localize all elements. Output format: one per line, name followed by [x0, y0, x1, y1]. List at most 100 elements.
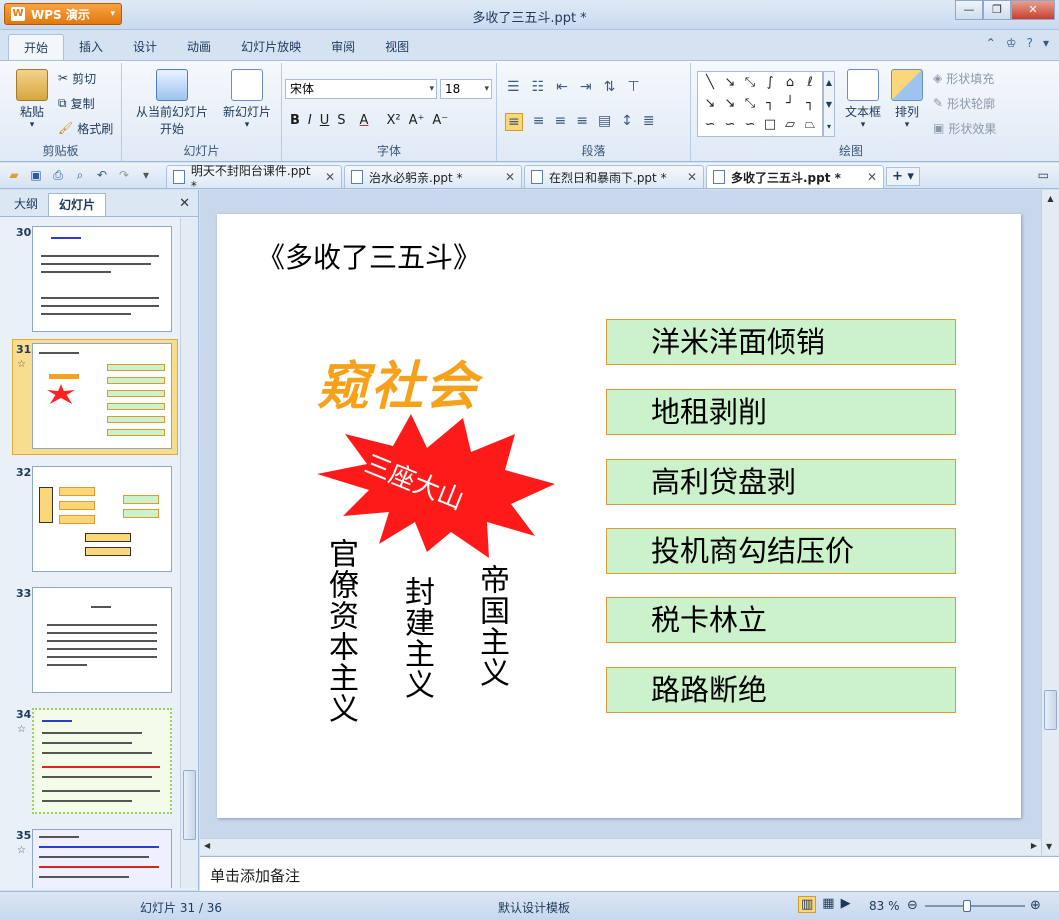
distribute-icon[interactable]: ▤: [598, 113, 611, 131]
tab-design[interactable]: 设计: [118, 34, 172, 60]
rectangle-shape-icon[interactable]: □: [760, 114, 780, 135]
help-icon[interactable]: ?: [1027, 36, 1033, 50]
vertical-text-imperialism[interactable]: 帝国主义: [474, 564, 509, 688]
elbow-double-icon[interactable]: ┐: [800, 93, 820, 114]
zoom-slider-knob[interactable]: [963, 900, 971, 912]
curved-arrow-icon[interactable]: ∽: [720, 114, 740, 135]
thumbnail-scrollbar[interactable]: [180, 218, 198, 888]
collapse-ribbon-icon[interactable]: ⌃: [986, 36, 996, 50]
close-tab-icon[interactable]: ✕: [325, 170, 335, 184]
restore-button[interactable]: ❐: [983, 0, 1011, 20]
slideshow-view-icon[interactable]: ▶: [841, 896, 851, 913]
cut-button[interactable]: ✂ 剪切: [58, 69, 96, 87]
shapes-gallery[interactable]: ╲ ↘ ⤡ ∫ ⌂ ℓ ↘ ↘ ⤡ ┐ ┘ ┐ ∽ ∽ ∽ □ ▱ ⏢: [697, 71, 823, 137]
tab-insert[interactable]: 插入: [64, 34, 118, 60]
tab-home[interactable]: 开始: [8, 34, 65, 60]
align-right-icon[interactable]: ≡: [554, 113, 566, 131]
new-tab-button[interactable]: + ▾: [886, 167, 920, 186]
scribble-shape-icon[interactable]: ℓ: [800, 72, 820, 93]
close-panel-icon[interactable]: ✕: [179, 196, 190, 211]
tab-slideshow[interactable]: 幻灯片放映: [226, 34, 316, 60]
connector-shape-icon[interactable]: ↘: [700, 93, 720, 114]
doc-tab-2[interactable]: 治水必躬亲.ppt * ✕: [344, 165, 522, 188]
scrollbar-thumb[interactable]: [1044, 690, 1057, 730]
superscript-button[interactable]: X²: [386, 113, 400, 128]
font-size-combo[interactable]: 18 ▾: [440, 79, 492, 99]
tab-view[interactable]: 视图: [370, 34, 424, 60]
curved-connector-icon[interactable]: ∽: [700, 114, 720, 135]
design-template[interactable]: 默认设计模板: [498, 899, 570, 916]
elbow-arrow-icon[interactable]: ┘: [780, 93, 800, 114]
big-word-text[interactable]: 窥社会: [317, 344, 479, 419]
connector-double-shape-icon[interactable]: ⤡: [740, 93, 760, 114]
tab-outline[interactable]: 大纲: [4, 193, 48, 216]
font-color-button[interactable]: A: [360, 113, 369, 128]
save-icon[interactable]: ▣: [28, 167, 44, 183]
paragraph-spacing-icon[interactable]: ≣: [643, 113, 655, 131]
increase-indent-icon[interactable]: ⇥: [580, 79, 592, 95]
customize-toolbar-icon[interactable]: ▾: [138, 167, 154, 183]
normal-view-icon[interactable]: ▥: [798, 896, 817, 913]
strikethrough-button[interactable]: S: [337, 113, 345, 128]
double-arrow-shape-icon[interactable]: ⤡: [740, 72, 760, 93]
scroll-up-icon[interactable]: ▲: [1042, 194, 1059, 203]
text-box-1[interactable]: 洋米洋面倾销: [606, 319, 956, 365]
doc-tab-3[interactable]: 在烈日和暴雨下.ppt * ✕: [524, 165, 704, 188]
italic-button[interactable]: I: [308, 113, 312, 128]
zoom-out-button[interactable]: ⊖: [907, 898, 918, 913]
from-current-slide-button[interactable]: 从当前幻灯片 开始: [128, 69, 216, 137]
paste-button[interactable]: 粘贴 ▾: [10, 69, 54, 130]
text-box-2[interactable]: 地租剥削: [606, 389, 956, 435]
decrease-indent-icon[interactable]: ⇤: [556, 79, 568, 95]
curved-double-icon[interactable]: ∽: [740, 114, 760, 135]
close-tab-icon[interactable]: ✕: [687, 170, 697, 184]
curve-shape-icon[interactable]: ∫: [760, 72, 780, 93]
close-window-button[interactable]: ✕: [1011, 0, 1055, 20]
justify-icon[interactable]: ≡: [576, 113, 588, 131]
shrink-font-button[interactable]: A⁻: [432, 113, 448, 128]
format-painter-button[interactable]: 🖌 格式刷: [58, 119, 113, 137]
scroll-down-icon[interactable]: ▼: [1046, 842, 1052, 851]
freeform-shape-icon[interactable]: ⌂: [780, 72, 800, 93]
tab-list-icon[interactable]: ▭: [1038, 168, 1049, 182]
tab-slides[interactable]: 幻灯片: [48, 193, 107, 216]
zoom-slider[interactable]: [925, 900, 1025, 912]
copy-button[interactable]: ⧉ 复制: [58, 94, 95, 112]
print-icon[interactable]: ⎙: [50, 167, 66, 183]
scroll-right-icon[interactable]: ▶: [1031, 841, 1037, 850]
close-tab-icon[interactable]: ✕: [867, 170, 877, 184]
text-box-4[interactable]: 投机商勾结压价: [606, 528, 956, 574]
font-name-combo[interactable]: 宋体 ▾: [285, 79, 437, 99]
vertical-text-bureaucratic-capitalism[interactable]: 官僚资本主义: [323, 538, 358, 724]
numbering-icon[interactable]: ☷: [532, 79, 545, 95]
print-preview-icon[interactable]: ⌕: [72, 167, 88, 183]
parallelogram-shape-icon[interactable]: ▱: [780, 114, 800, 135]
doc-tab-1[interactable]: 明天不封阳台课件.ppt * ✕: [166, 164, 342, 193]
text-box-3[interactable]: 高利贷盘剥: [606, 459, 956, 505]
help-dropdown-icon[interactable]: ▾: [1043, 36, 1049, 50]
tab-animation[interactable]: 动画: [172, 34, 226, 60]
grow-font-button[interactable]: A⁺: [409, 113, 425, 128]
shape-outline-button[interactable]: ✎ 形状轮廓: [933, 94, 995, 112]
trapezoid-shape-icon[interactable]: ⏢: [800, 114, 820, 135]
new-slide-button[interactable]: 新幻灯片 ▾: [218, 69, 276, 130]
shape-fill-button[interactable]: ◈ 形状填充: [933, 69, 994, 87]
zoom-in-button[interactable]: ⊕: [1030, 898, 1041, 913]
align-center-icon[interactable]: ≡: [533, 113, 545, 131]
slide-sorter-view-icon[interactable]: ▦: [822, 896, 834, 913]
arrange-button[interactable]: 排列 ▾: [887, 69, 927, 130]
slide-canvas[interactable]: 《多收了三五斗》 窥社会 三座大山 官僚资本主义 封建主义 帝国主义 洋米洋面倾…: [217, 214, 1021, 818]
main-vertical-scrollbar[interactable]: ▲ ▼: [1041, 190, 1059, 855]
redo-icon[interactable]: ↷: [116, 167, 132, 183]
close-tab-icon[interactable]: ✕: [505, 170, 515, 184]
line-shape-icon[interactable]: ╲: [700, 72, 720, 93]
scrollbar-thumb[interactable]: [183, 770, 196, 840]
text-box-6[interactable]: 路路断绝: [606, 667, 956, 713]
minimize-button[interactable]: —: [955, 0, 983, 20]
line-spacing-icon[interactable]: ↕: [621, 113, 633, 131]
bold-button[interactable]: B: [290, 113, 300, 128]
open-folder-icon[interactable]: ▰: [6, 167, 22, 183]
align-left-icon[interactable]: ≡: [505, 113, 523, 131]
text-box-5[interactable]: 税卡林立: [606, 597, 956, 643]
tab-review[interactable]: 审阅: [316, 34, 370, 60]
